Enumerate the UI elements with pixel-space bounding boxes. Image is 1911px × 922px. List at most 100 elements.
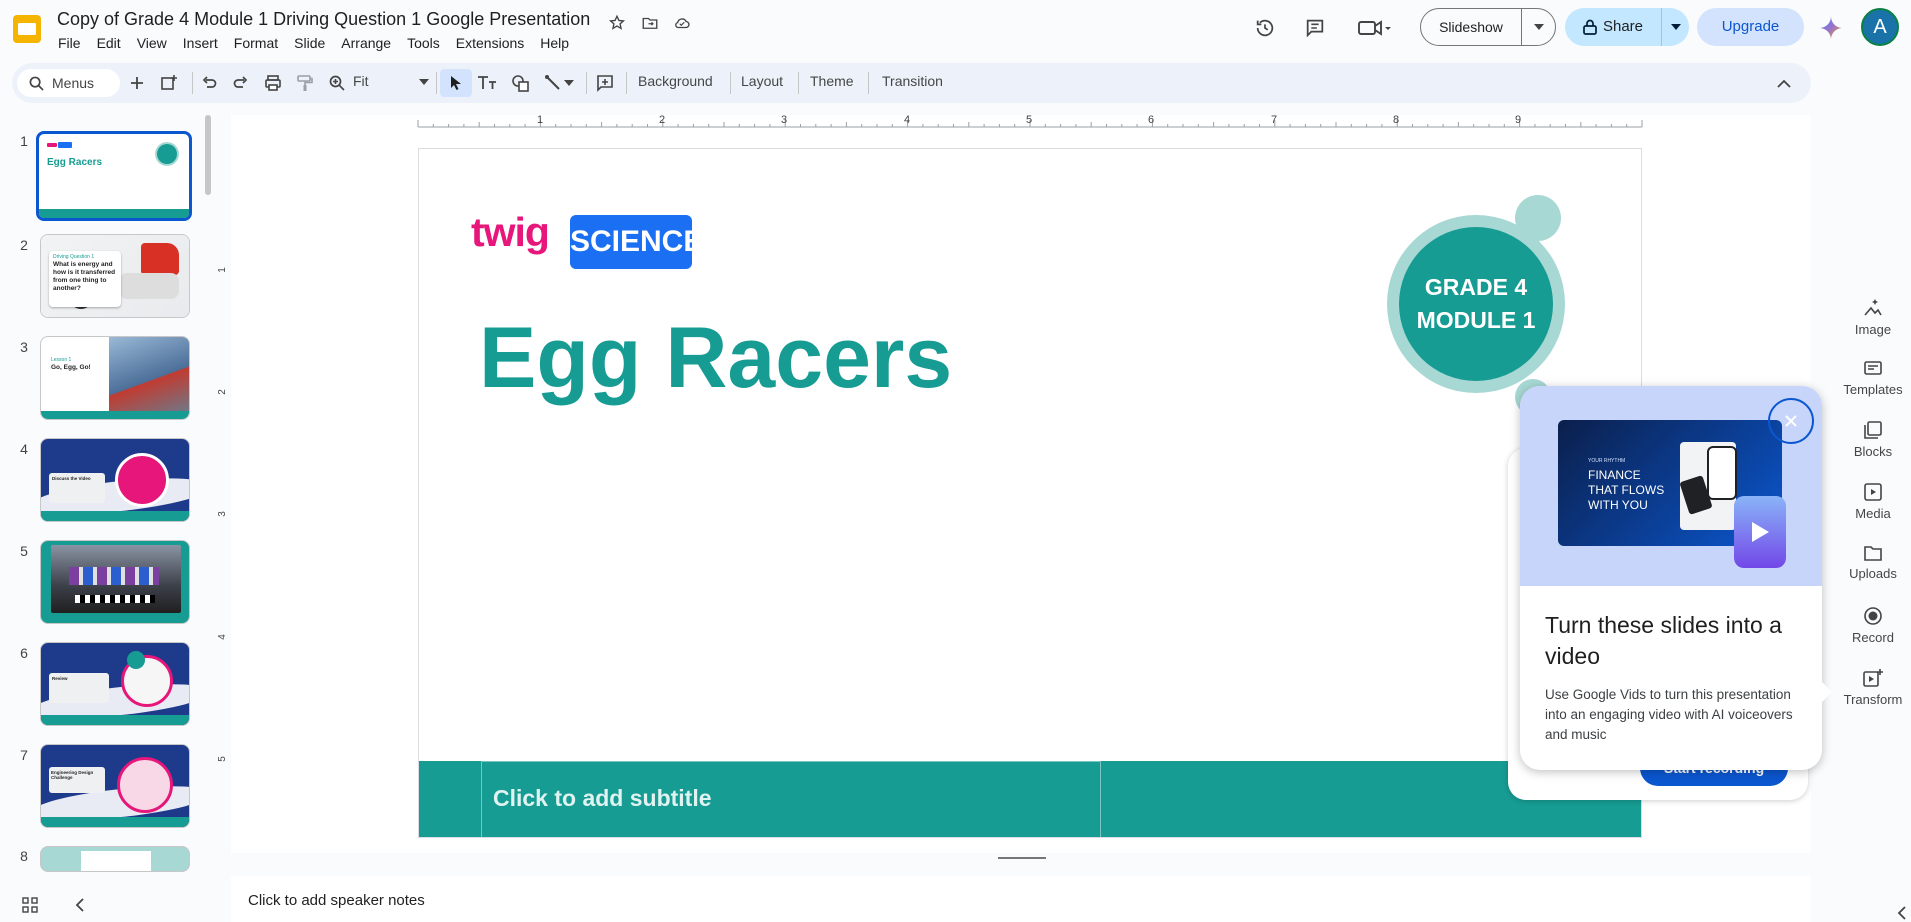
select-tool-icon[interactable] bbox=[440, 69, 472, 97]
meet-video-icon[interactable] bbox=[1355, 14, 1395, 42]
side-panel-image[interactable]: Image bbox=[1835, 296, 1911, 337]
zoom-dropdown-icon bbox=[419, 73, 429, 89]
slide-number: 5 bbox=[20, 543, 28, 559]
menu-file[interactable]: File bbox=[50, 34, 89, 52]
media-icon bbox=[1835, 482, 1911, 502]
badge-line-1: GRADE 4 bbox=[1424, 274, 1528, 300]
text-box-icon[interactable] bbox=[475, 71, 499, 95]
undo-icon[interactable] bbox=[197, 71, 221, 95]
menu-format[interactable]: Format bbox=[226, 34, 286, 52]
ruler-label: 3 bbox=[781, 114, 787, 126]
side-panel-templates[interactable]: Templates bbox=[1835, 358, 1911, 397]
version-history-icon[interactable] bbox=[1251, 14, 1279, 42]
menu-view[interactable]: View bbox=[129, 34, 175, 52]
slide-thumbnail-4[interactable]: Discuss the Video bbox=[40, 438, 190, 522]
slide-title[interactable]: Egg Racers bbox=[479, 309, 952, 408]
search-menus-input[interactable]: Menus bbox=[17, 69, 120, 97]
speaker-notes[interactable]: Click to add speaker notes bbox=[231, 876, 1811, 922]
slideshow-button[interactable]: Slideshow bbox=[1420, 8, 1556, 46]
current-slide[interactable]: twig SCIENCE GRADE 4 MODULE 1 Egg Racers… bbox=[418, 148, 1642, 838]
slideshow-dropdown-icon[interactable] bbox=[1522, 24, 1555, 30]
redo-icon[interactable] bbox=[229, 71, 253, 95]
side-panel-media[interactable]: Media bbox=[1835, 482, 1911, 521]
share-dropdown-icon[interactable] bbox=[1662, 24, 1689, 30]
menu-insert[interactable]: Insert bbox=[175, 34, 226, 52]
layout-button[interactable]: Layout bbox=[741, 73, 783, 89]
side-panel-uploads[interactable]: Uploads bbox=[1835, 544, 1911, 581]
slide-thumbnail-5[interactable] bbox=[40, 540, 190, 624]
thumb-body: Engineering Design Challenge bbox=[51, 770, 94, 780]
horizontal-ruler: 1 2 3 4 5 6 7 8 9 bbox=[417, 114, 1643, 128]
new-slide-icon[interactable] bbox=[125, 71, 149, 95]
transform-icon bbox=[1835, 668, 1911, 688]
print-icon[interactable] bbox=[261, 71, 285, 95]
account-avatar[interactable]: A bbox=[1861, 8, 1899, 46]
thumb-body: Review bbox=[52, 676, 68, 681]
slide-number: 1 bbox=[20, 133, 28, 149]
side-panel-record[interactable]: Record bbox=[1835, 606, 1911, 645]
comments-icon[interactable] bbox=[1301, 14, 1329, 42]
star-icon[interactable] bbox=[605, 11, 629, 35]
thumb-body: What is energy and how is it transferred… bbox=[53, 261, 116, 292]
grid-view-icon[interactable] bbox=[22, 897, 38, 913]
blocks-icon bbox=[1835, 420, 1911, 440]
subtitle-placeholder[interactable]: Click to add subtitle bbox=[493, 785, 712, 812]
promo-line-1: FINANCE bbox=[1588, 468, 1641, 482]
uploads-icon bbox=[1835, 544, 1911, 562]
cloud-status-icon[interactable] bbox=[670, 11, 694, 35]
comment-insert-icon[interactable] bbox=[593, 71, 617, 95]
slide-thumbnail-3[interactable]: Lesson 1 Go, Egg, Go! bbox=[40, 336, 190, 420]
zoom-icon[interactable] bbox=[325, 71, 349, 95]
gemini-icon[interactable] bbox=[1818, 15, 1844, 41]
slide-number: 7 bbox=[20, 747, 28, 763]
new-slide-layout-icon[interactable] bbox=[157, 71, 181, 95]
expand-side-panel-icon[interactable] bbox=[1897, 906, 1907, 920]
menu-slide[interactable]: Slide bbox=[286, 34, 333, 52]
menu-extensions[interactable]: Extensions bbox=[448, 34, 532, 52]
image-insert-icon[interactable] bbox=[508, 71, 532, 95]
menu-help[interactable]: Help bbox=[532, 34, 577, 52]
notes-resize-handle[interactable] bbox=[998, 857, 1046, 859]
line-dropdown-icon[interactable] bbox=[562, 71, 576, 95]
background-button[interactable]: Background bbox=[638, 73, 713, 89]
image-icon bbox=[1835, 296, 1911, 318]
side-panel-transform[interactable]: Transform bbox=[1835, 668, 1911, 707]
lock-icon bbox=[1583, 19, 1597, 35]
vertical-ruler: 1 2 3 4 5 bbox=[217, 267, 228, 762]
slide-thumbnail-2[interactable]: Driving Question 1 What is energy and ho… bbox=[40, 234, 190, 318]
menu-tools[interactable]: Tools bbox=[399, 34, 448, 52]
collapse-filmstrip-icon[interactable] bbox=[75, 898, 85, 912]
thumb-body: Go, Egg, Go! bbox=[51, 364, 91, 371]
side-panel-blocks[interactable]: Blocks bbox=[1835, 420, 1911, 459]
document-title[interactable]: Copy of Grade 4 Module 1 Driving Questio… bbox=[57, 9, 590, 30]
zoom-select[interactable]: Fit bbox=[353, 73, 429, 89]
transition-button[interactable]: Transition bbox=[882, 73, 943, 89]
ruler-label: 5 bbox=[1026, 114, 1032, 126]
slide-thumbnail-1[interactable]: Egg Racers bbox=[36, 131, 192, 221]
slide-thumbnail-7[interactable]: Engineering Design Challenge bbox=[40, 744, 190, 828]
vids-play-icon[interactable] bbox=[1734, 496, 1786, 568]
menu-arrange[interactable]: Arrange bbox=[333, 34, 399, 52]
promo-line-3: WITH YOU bbox=[1588, 498, 1648, 512]
collapse-toolbar-icon[interactable] bbox=[1772, 71, 1796, 95]
menu-edit[interactable]: Edit bbox=[89, 34, 129, 52]
share-button[interactable]: Share bbox=[1565, 8, 1689, 46]
popup-pointer bbox=[1820, 680, 1832, 704]
paint-format-icon[interactable] bbox=[293, 71, 317, 95]
ruler-label: 1 bbox=[217, 267, 228, 273]
twig-logo-text: twig bbox=[471, 209, 550, 255]
vids-promo-popup: YOUR RHYTHM FINANCE THAT FLOWS WITH YOU … bbox=[1520, 386, 1822, 770]
menu-bar: File Edit View Insert Format Slide Arran… bbox=[50, 34, 577, 52]
ruler-label: 8 bbox=[1393, 114, 1399, 126]
move-folder-icon[interactable] bbox=[638, 11, 662, 35]
speaker-notes-placeholder[interactable]: Click to add speaker notes bbox=[248, 892, 425, 909]
slide-thumbnail-6[interactable]: Review bbox=[40, 642, 190, 726]
ruler-label: 7 bbox=[1271, 114, 1277, 126]
popup-body: Use Google Vids to turn this presentatio… bbox=[1545, 687, 1793, 742]
upgrade-button[interactable]: Upgrade bbox=[1697, 8, 1804, 46]
close-icon[interactable] bbox=[1768, 398, 1814, 444]
search-menus-label: Menus bbox=[52, 75, 95, 91]
slide-thumbnail-8[interactable] bbox=[40, 846, 190, 872]
theme-button[interactable]: Theme bbox=[810, 73, 854, 89]
slides-logo-icon[interactable] bbox=[10, 13, 44, 45]
